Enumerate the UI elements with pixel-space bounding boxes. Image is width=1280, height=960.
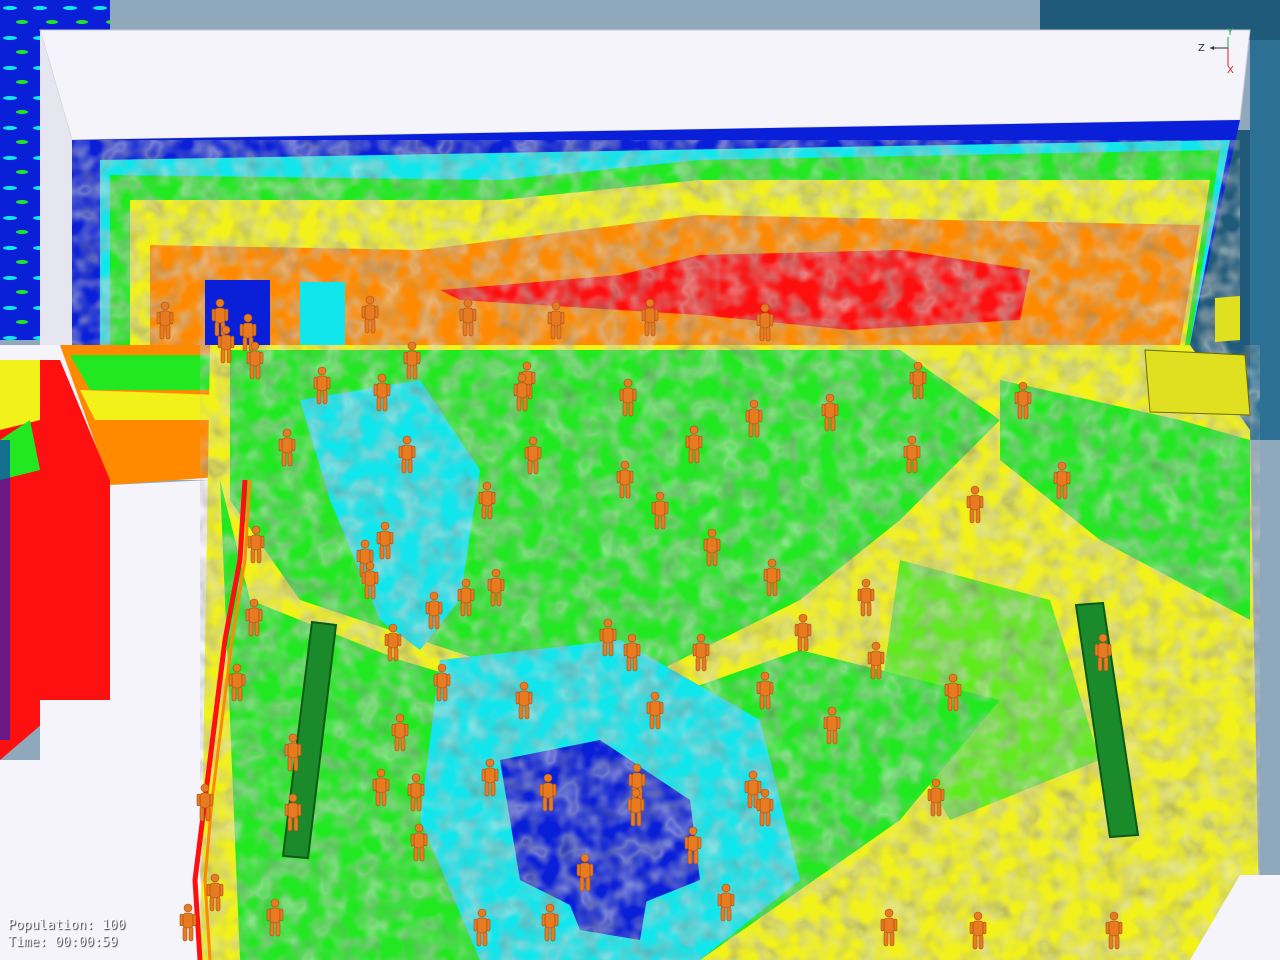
door-opening-2 [300, 282, 345, 345]
door-panel [1144, 349, 1251, 416]
axis-x-label: X [1227, 65, 1234, 76]
population-readout: Population: 100 [8, 918, 125, 933]
population-label: Population: [8, 918, 95, 933]
axis-y-label: Y [1227, 27, 1234, 38]
scene-canvas[interactable] [0, 0, 1280, 960]
3d-viewport[interactable]: Z Y X Population: 100 Time: 00:00:59 [0, 0, 1280, 960]
time-value: 00:00:59 [54, 935, 118, 950]
axis-z-label: Z [1198, 43, 1205, 54]
population-value: 100 [101, 918, 126, 933]
time-label: Time: [8, 935, 48, 950]
time-readout: Time: 00:00:59 [8, 935, 118, 950]
